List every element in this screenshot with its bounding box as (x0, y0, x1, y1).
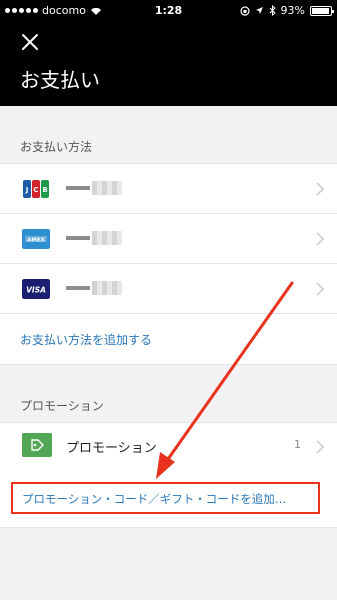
rotation-lock-icon (239, 5, 250, 16)
masked-card-number (66, 286, 90, 290)
promotion-section-label: プロモーション (20, 399, 104, 413)
card-last-digits-blurred (92, 281, 122, 295)
svg-text:B: B (42, 186, 47, 194)
card-last-digits-blurred (92, 181, 122, 195)
chevron-right-icon (316, 282, 325, 296)
payment-card-row-amex[interactable]: AMEX (0, 214, 337, 264)
payment-card-row-jcb[interactable]: J C B (0, 164, 337, 214)
chevron-right-icon (316, 182, 325, 196)
svg-text:J: J (25, 186, 29, 194)
close-icon[interactable] (18, 30, 42, 54)
card-last-digits-blurred (92, 231, 122, 245)
add-payment-method-link[interactable]: お支払い方法を追加する (20, 331, 152, 348)
amex-card-icon: AMEX (22, 229, 50, 249)
masked-card-number (66, 236, 90, 240)
status-right: 93% (239, 4, 334, 17)
promotion-label: プロモーション (66, 441, 157, 456)
status-bar: docomo 1:28 93% (0, 0, 337, 20)
payment-methods-list: J C B AMEX VISA お支払い方法を追加する (0, 163, 337, 365)
svg-text:AMEX: AMEX (27, 238, 45, 244)
bluetooth-icon (269, 5, 276, 16)
promotion-row[interactable]: プロモーション 1 (0, 423, 337, 471)
add-promo-code-row-highlight[interactable]: プロモーション・コード／ギフト・コードを追加… (11, 482, 320, 514)
add-promo-code-link[interactable]: プロモーション・コード／ギフト・コードを追加… (22, 491, 286, 507)
add-payment-method-row[interactable]: お支払い方法を追加する (0, 314, 337, 364)
masked-card-number (66, 186, 90, 190)
jcb-card-icon: J C B (23, 180, 49, 198)
payment-section-label: お支払い方法 (20, 140, 93, 154)
battery-fill (312, 7, 329, 14)
tag-icon (22, 433, 52, 457)
visa-card-icon: VISA (22, 279, 50, 299)
header-bar: お支払い (0, 20, 337, 106)
page-title: お支払い (20, 68, 100, 92)
promotion-count: 1 (294, 438, 301, 451)
svg-text:VISA: VISA (26, 286, 46, 295)
chevron-right-icon (316, 232, 325, 246)
location-icon (255, 7, 263, 14)
payment-card-row-visa[interactable]: VISA (0, 264, 337, 314)
chevron-right-icon (316, 440, 325, 454)
battery-icon (310, 5, 334, 16)
svg-text:C: C (33, 186, 38, 194)
battery-percent: 93% (280, 4, 305, 17)
